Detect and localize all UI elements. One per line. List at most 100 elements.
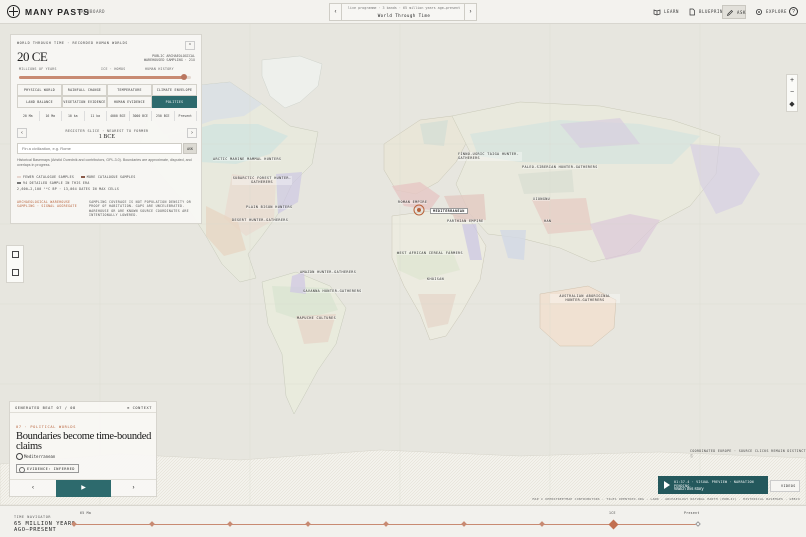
panel-breadcrumb: WORLD THROUGH TIME · RECORDED HUMAN WORL… [17,41,128,45]
narration-title: Watch this story [674,486,704,491]
timeline-event-marker[interactable] [149,521,155,527]
blueprint-button[interactable]: BLUEPRINT [685,5,725,19]
region-label-plains[interactable]: PLAIN BISON HUNTERS [246,205,293,210]
region-label-mediterranean[interactable]: MEDITERRANEAN [430,208,468,215]
region-label-arctic[interactable]: ARCTIC MARINE MAMMAL HUNTERS [213,157,282,162]
story-title: Boundaries become time-bounded claims [16,431,152,452]
era-jump-7[interactable]: Present [175,111,197,121]
sampling-disclaimer: SAMPLING COVERAGE IS NOT POPULATION DENS… [89,200,192,218]
chronicle-prev-button[interactable]: ‹ [330,4,342,20]
chronicle-selector: ‹ live programme · 3 bands · 65 million … [329,3,477,21]
help-button[interactable]: ? [789,7,798,16]
story-location[interactable]: Mediterranean [16,453,55,460]
civilization-search-input[interactable] [17,143,182,154]
layer-vegetation-evidence[interactable]: VEGETATION EVIDENCE [62,96,107,108]
region-label-han[interactable]: HAN [544,219,552,224]
back-to-dashboard-link[interactable]: ‹ DASHBOARD [72,9,105,14]
region-label-west-africa[interactable]: WEST AFRICAN CEREAL FARMERS [397,251,463,256]
legend-row-dates: 2,600–2,100 ¹⁴C BP · 13,064 DATES IN MAX… [17,187,120,191]
region-label-mapuche[interactable]: MAPUCHE CULTURES [297,316,337,321]
story-next-button[interactable]: › [111,480,156,497]
play-icon[interactable] [664,481,670,489]
region-label-subarctic[interactable]: SUBARCTIC FOREST HUNTER-GATHERERS [232,176,292,185]
sampling-aggregate-note: ARCHAEOLOGICAL WAREHOUSE SAMPLING · SIGN… [17,200,77,209]
era-jump-1[interactable]: 16 Ma [40,111,62,121]
layer-physical-world[interactable]: PHYSICAL WORLD [17,84,62,96]
layer-selector: PHYSICAL WORLD RAINFALL CHANGE TEMPERATURE… [17,84,197,108]
timescale-label-ice[interactable]: ICE · HOMOS [101,67,125,71]
region-label-australia[interactable]: AUSTRALIAN ABORIGINAL HUNTER-GATHERERS [550,294,620,303]
book-icon [653,9,661,16]
timeline-event-marker[interactable] [539,521,545,527]
region-label-amazon[interactable]: AMAZON HUNTER-GATHERERS [300,270,357,275]
reset-north-button[interactable]: ◆ [787,99,797,111]
layers-tool-button[interactable] [7,264,23,282]
register-year: 1 BCE [98,134,116,140]
scandinavia-region [420,120,448,146]
region-label-parthian[interactable]: PARTHIAN EMPIRE [447,219,484,224]
legend-detail: 94 DETAILED SAMPLE IN THIS ERA [23,181,90,185]
era-tag-line-2: WAREHOUSED SAMPLING · 21X [143,58,195,63]
region-label-paleo-siberian[interactable]: PALEO-SIBERIAN HUNTER-GATHERERS [522,165,598,170]
region-label-xiongnu[interactable]: XIONGNU [533,197,551,202]
timeline-event-marker[interactable] [305,521,311,527]
timescale-labels: MILLIONS OF YEARS ICE · HOMOS HUMAN HIST… [19,67,197,73]
timeline-present-marker[interactable] [695,521,701,527]
story-prev-button[interactable]: ‹ [10,480,56,497]
timeline-event-marker[interactable] [461,521,467,527]
time-navigator-label: TIME NAVIGATOR [14,515,51,519]
region-label-roman[interactable]: ROMAN EMPIRE [398,200,428,205]
story-play-button[interactable]: ▶ [56,480,111,497]
ask-button[interactable]: ASK [722,5,746,19]
timescale-slider-handle[interactable] [181,74,188,80]
layer-polities[interactable]: POLITIES [152,96,197,108]
focus-marker-dot [417,208,421,212]
learn-button[interactable]: LEARN [650,5,680,19]
region-label-khoisan[interactable]: KHOISAN [427,277,445,282]
era-jump-row: 20 Ma 16 Ma 10 ka 11 ka 4000 BCE 3000 BCE 250 … [17,111,197,121]
range-line-2: AGO—PRESENT [14,527,57,533]
timescale-label-millions[interactable]: MILLIONS OF YEARS [19,67,57,71]
chronicle-title[interactable]: World Through Time [344,13,464,18]
sampling-legend: FEWER CATALOGUE SAMPLES MORE CATALOGUE S… [17,174,197,192]
search-ask-button[interactable]: ASK [183,143,197,154]
panel-collapse-button[interactable]: ⌃ [185,41,195,50]
register-nav-label: REGISTER SLICE · NEAREST TO FORMER [65,129,149,133]
era-jump-4[interactable]: 4000 BCE [107,111,130,121]
logo-icon[interactable] [7,5,20,18]
xiongnu-region [518,170,574,194]
greenland-landmass [261,55,323,109]
layer-temperature[interactable]: TEMPERATURE [107,84,152,96]
era-jump-3[interactable]: 11 ka [85,111,107,121]
layer-climate-envelope[interactable]: CLIMATE ENVELOPE [152,84,197,96]
videos-button[interactable]: VIDEOS [770,480,800,492]
timescale-slider-fill [19,76,185,79]
explore-button[interactable]: EXPLORE [752,5,786,19]
layers-icon [12,269,19,276]
region-label-desert[interactable]: DESERT HUNTER-GATHERERS [232,218,289,223]
era-jump-5[interactable]: 3000 BCE [130,111,152,121]
era-jump-2[interactable]: 10 ka [62,111,85,121]
region-label-savanna[interactable]: SAVANNA HUNTER-GATHERERS [303,289,362,294]
gear-icon [756,9,762,15]
layer-rainfall-change[interactable]: RAINFALL CHANGE [62,84,107,96]
layer-human-evidence[interactable]: HUMAN EVIDENCE [107,96,152,108]
timeline-current-marker[interactable] [608,519,619,529]
story-header: GENERATED BEAT 07 / 08 ≡ CONTEXT [10,402,156,413]
timescale-label-history[interactable]: HUMAN HISTORY [145,67,174,71]
timeline-event-marker[interactable] [383,521,389,527]
story-context-button[interactable]: ≡ CONTEXT [127,406,152,410]
chronicle-next-button[interactable]: › [464,4,476,20]
zoom-in-button[interactable]: + [787,75,797,87]
narration-widget[interactable]: 01:37.4 · VISUAL PREVIEW · NARRATION PEN… [658,476,768,494]
coordinate-readout: COORDINATED EUROPE · SOURCE CLICKS REMAI… [690,449,806,458]
top-bar: MANY PASTS ‹ DASHBOARD ‹ live programme … [0,0,806,24]
era-jump-0[interactable]: 20 Ma [17,111,40,121]
region-label-finno-ugric[interactable]: FINNO-UGRIC TAIGA HUNTER-GATHERERS [458,152,522,161]
timeline-event-marker[interactable] [227,521,233,527]
zoom-out-button[interactable]: − [787,87,797,99]
era-jump-6[interactable]: 250 BCE [152,111,175,121]
timescale-slider[interactable] [19,74,191,80]
layer-land-balance[interactable]: LAND BALANCE [17,96,62,108]
book-tool-button[interactable] [7,246,23,264]
